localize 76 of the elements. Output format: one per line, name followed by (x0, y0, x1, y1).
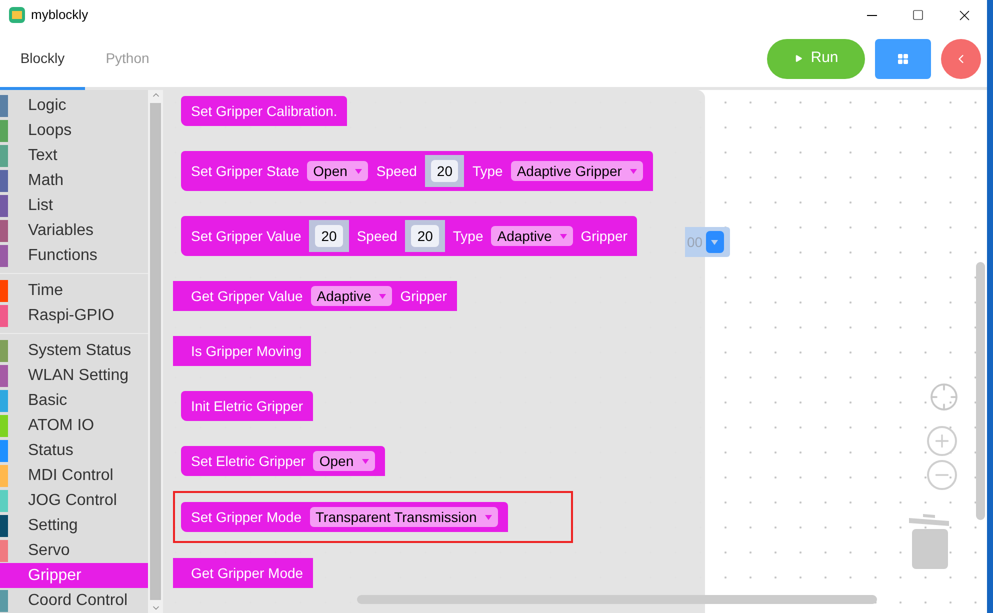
block-label: Is Gripper Moving (191, 342, 302, 361)
category-item[interactable]: Functions (0, 243, 148, 268)
category-item[interactable]: MDI Control (0, 463, 148, 488)
statement-block[interactable]: Set Gripper Value 20 Speed 20 Type Adaptive Gripper (181, 216, 638, 256)
category-item[interactable]: Basic (0, 388, 148, 413)
category-item[interactable]: Logic (0, 93, 148, 118)
statement-block[interactable]: Set Eletric Gripper Open (181, 446, 385, 476)
grid-icon (897, 52, 909, 64)
dropdown-arrow-icon (484, 514, 492, 520)
value-block[interactable]: Get Gripper Value Adaptive Gripper (173, 281, 457, 311)
block-label: Gripper (580, 226, 628, 246)
play-icon (794, 54, 803, 63)
zoom-in-icon[interactable] (927, 426, 957, 456)
block-dropdown[interactable]: Open (307, 161, 368, 181)
app-logo-icon (9, 7, 25, 23)
category-item[interactable]: List (0, 193, 148, 218)
category-item[interactable]: Text (0, 143, 148, 168)
number-input[interactable]: 20 (309, 220, 349, 252)
block-dropdown[interactable]: Adaptive (491, 226, 573, 246)
category-item[interactable]: Coord Control (0, 588, 148, 613)
dropdown-arrow-icon (362, 458, 369, 464)
value-block[interactable]: Is Gripper Moving (173, 336, 312, 366)
block-label: Speed (376, 162, 417, 181)
category-item[interactable]: Time (0, 278, 148, 303)
category-item[interactable]: WLAN Setting (0, 363, 148, 388)
block-label: Get Gripper Mode (191, 564, 304, 583)
category-item[interactable]: Raspi-GPIO (0, 303, 148, 328)
trash-icon[interactable] (909, 512, 951, 570)
category-item[interactable]: Servo (0, 538, 148, 563)
dropdown-arrow-icon (379, 294, 386, 298)
dropdown-arrow-icon (711, 240, 718, 244)
block-dropdown[interactable]: Transparent Transmission (310, 507, 498, 527)
block-label: Type (472, 162, 503, 181)
block-label: Gripper (400, 286, 447, 306)
dropdown-arrow-icon (630, 168, 637, 174)
horizontal-scrollbar[interactable] (357, 595, 877, 604)
category-item[interactable]: ATOM IO (0, 413, 148, 438)
category-item[interactable]: Variables (0, 218, 148, 243)
recenter-icon[interactable] (929, 382, 959, 412)
category-item[interactable]: Loops (0, 118, 148, 143)
maximize-icon (912, 9, 924, 21)
dropdown-arrow-icon (355, 168, 362, 174)
block-dropdown[interactable]: Adaptive Gripper (510, 161, 643, 181)
block-label: Type (452, 226, 484, 246)
vertical-scrollbar[interactable] (976, 262, 985, 520)
number-input[interactable]: 20 (424, 155, 464, 187)
statement-block[interactable]: Init Eletric Gripper (181, 391, 314, 421)
block-label: Init Eletric Gripper (191, 396, 304, 416)
window-title: myblockly (31, 6, 88, 24)
block-label: Set Gripper Mode (191, 508, 302, 527)
back-button[interactable] (941, 38, 981, 78)
number-input[interactable]: 20 (405, 220, 445, 252)
block-dropdown[interactable]: Adaptive (310, 286, 392, 306)
block-label: Get Gripper Value (191, 286, 303, 306)
block-dropdown[interactable]: Open (313, 451, 375, 471)
scrollbar[interactable] (148, 90, 163, 613)
minimize-icon (867, 14, 877, 16)
dropdown-arrow-icon (560, 234, 567, 238)
value-block[interactable]: Get Gripper Mode (173, 558, 314, 588)
category-item[interactable]: Math (0, 168, 148, 193)
category-item[interactable]: JOG Control (0, 488, 148, 513)
category-item[interactable]: Gripper (0, 563, 148, 588)
block-label: Set Gripper Calibration. (191, 102, 338, 121)
block-label: Speed (356, 226, 398, 246)
category-item[interactable]: System Status (0, 338, 148, 363)
block-label: Set Gripper State (191, 162, 300, 181)
category-item[interactable]: Setting (0, 513, 148, 538)
block-value: 00 (687, 232, 703, 252)
grid-button[interactable] (875, 38, 931, 78)
statement-block[interactable]: Set Gripper Calibration. (181, 96, 348, 126)
statement-block[interactable]: Set Gripper Mode Transparent Transmission (181, 502, 508, 532)
zoom-out-icon[interactable] (927, 460, 957, 490)
block-label: Set Gripper Value (191, 226, 302, 246)
statement-block[interactable]: Set Gripper State Open Speed 20 Type Adaptive Gripper (181, 151, 653, 191)
block-label: Set Eletric Gripper (191, 452, 306, 471)
category-item[interactable]: Status (0, 438, 148, 463)
